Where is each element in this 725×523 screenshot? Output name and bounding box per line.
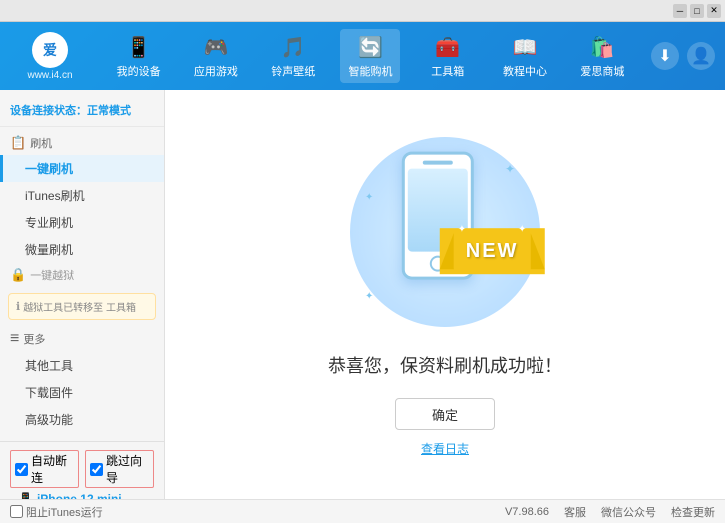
service-link[interactable]: 客服	[564, 504, 586, 520]
sidebar: 设备连接状态：正常模式 📋 刷机 一键刷机 iTunes刷机 专业刷机 微量刷机	[0, 90, 165, 499]
sidebar-item-advanced[interactable]: 高级功能	[0, 406, 164, 433]
nav-item-smart-shop[interactable]: 🔄 智能购机	[340, 29, 400, 83]
ringtone-label: 铃声壁纸	[271, 63, 315, 79]
sidebar-item-download-fw[interactable]: 下载固件	[0, 379, 164, 406]
sidebar-item-micro-flash[interactable]: 微量刷机	[0, 236, 164, 263]
app-games-label: 应用游戏	[194, 63, 238, 79]
toolbox-icon: 🧰	[434, 33, 462, 61]
sidebar-locked-group: 🔒 一键越狱	[0, 263, 164, 287]
new-text: NEW	[454, 235, 531, 268]
itunes-label: 阻止iTunes运行	[26, 504, 103, 520]
sidebar-group-flash: 📋 刷机	[0, 131, 164, 155]
auto-disconnect-checkbox[interactable]: 自动断连	[10, 450, 79, 488]
star-2: ✦	[505, 162, 515, 176]
view-log-link[interactable]: 查看日志	[421, 440, 469, 457]
wechat-link[interactable]: 微信公众号	[601, 504, 656, 520]
user-button[interactable]: 👤	[687, 42, 715, 70]
main-content: ✦ ✦ ✦ ✦ NEW	[165, 90, 725, 499]
itunes-checkbox[interactable]: 阻止iTunes运行	[10, 504, 103, 520]
logo-icon: 爱	[32, 32, 68, 68]
restore-button[interactable]: □	[690, 4, 704, 18]
notice-text: 越狱工具已转移至 工具箱	[23, 299, 136, 314]
skip-wizard-label: 跳过向导	[106, 452, 149, 486]
status-bar: 设备连接状态：正常模式	[0, 98, 164, 127]
success-illustration: ✦ ✦ ✦ ✦ NEW	[345, 132, 545, 332]
app-container: ─ □ ✕ 爱 www.i4.cn 📱 我的设备 🎮 应用游戏 🎵 铃声壁纸	[0, 0, 725, 523]
sidebar-item-one-key-flash[interactable]: 一键刷机	[0, 155, 164, 182]
status-value: 正常模式	[87, 105, 131, 117]
nav-item-shop[interactable]: 🛍️ 爱思商城	[572, 29, 632, 83]
nav-item-my-device[interactable]: 📱 我的设备	[109, 29, 169, 83]
update-link[interactable]: 检查更新	[671, 504, 715, 520]
itunes-checkbox-input[interactable]	[10, 505, 23, 518]
tutorial-label: 教程中心	[503, 63, 547, 79]
notice-icon: ℹ	[16, 300, 20, 313]
my-device-icon: 📱	[125, 33, 153, 61]
minimize-button[interactable]: ─	[673, 4, 687, 18]
checkbox-row: 自动断连 跳过向导	[10, 450, 154, 488]
sidebar-flash-section: 📋 刷机 一键刷机 iTunes刷机 专业刷机 微量刷机 🔒 一键越狱	[0, 131, 164, 320]
logo-subtitle: www.i4.cn	[27, 70, 72, 81]
my-device-label: 我的设备	[117, 63, 161, 79]
phone-icon: 📱	[18, 492, 33, 499]
smart-shop-label: 智能购机	[348, 63, 392, 79]
app-games-icon: 🎮	[202, 33, 230, 61]
nav-item-toolbox[interactable]: 🧰 工具箱	[418, 29, 478, 83]
badge-star-left: ✦	[458, 224, 466, 235]
logo: 爱 www.i4.cn	[10, 32, 90, 81]
flash-group-label: 刷机	[30, 135, 52, 151]
new-badge: NEW ✦ ✦	[440, 228, 545, 274]
device-name: iPhone 12 mini	[37, 492, 122, 499]
sidebar-item-itunes-flash[interactable]: iTunes刷机	[0, 182, 164, 209]
status-label: 设备连接状态：	[10, 105, 87, 117]
shop-icon: 🛍️	[588, 33, 616, 61]
skip-wizard-input[interactable]	[90, 463, 103, 476]
bottom-right: V7.98.66 客服 微信公众号 检查更新	[505, 504, 715, 520]
sidebar-group-more: ≡ 更多	[0, 326, 164, 352]
smart-shop-icon: 🔄	[356, 33, 384, 61]
more-group-icon: ≡	[10, 330, 19, 348]
header: 爱 www.i4.cn 📱 我的设备 🎮 应用游戏 🎵 铃声壁纸 🔄 智能购机	[0, 22, 725, 90]
star-3: ✦	[365, 291, 373, 302]
success-message: 恭喜您，保资料刷机成功啦！	[328, 352, 562, 378]
sidebar-item-pro-flash[interactable]: 专业刷机	[0, 209, 164, 236]
device-info: 📱 iPhone 12 mini 64GB Down-12mini-13,1	[18, 492, 154, 499]
skip-wizard-checkbox[interactable]: 跳过向导	[85, 450, 154, 488]
sidebar-item-other-tools[interactable]: 其他工具	[0, 352, 164, 379]
notice-box: ℹ 越狱工具已转移至 工具箱	[8, 293, 156, 320]
locked-label: 一键越狱	[30, 267, 74, 283]
star-4: ✦	[365, 192, 373, 203]
badge-star-right: ✦	[518, 224, 526, 235]
header-actions: ⬇ 👤	[651, 42, 715, 70]
title-bar: ─ □ ✕	[0, 0, 725, 22]
tutorial-icon: 📖	[511, 33, 539, 61]
nav-item-app-games[interactable]: 🎮 应用游戏	[186, 29, 246, 83]
version-label: V7.98.66	[505, 506, 549, 518]
lock-icon: 🔒	[10, 267, 26, 283]
main-area: 设备连接状态：正常模式 📋 刷机 一键刷机 iTunes刷机 专业刷机 微量刷机	[0, 90, 725, 499]
ringtone-icon: 🎵	[279, 33, 307, 61]
download-button[interactable]: ⬇	[651, 42, 679, 70]
sidebar-more-section: ≡ 更多 其他工具 下载固件 高级功能	[0, 326, 164, 433]
flash-group-icon: 📋	[10, 135, 26, 151]
phone-speaker	[423, 161, 453, 165]
sidebar-device-section: 自动断连 跳过向导 📱 iPhone 12 mini 64GB Down-12m…	[0, 441, 164, 499]
nav-item-tutorial[interactable]: 📖 教程中心	[495, 29, 555, 83]
auto-disconnect-label: 自动断连	[31, 452, 74, 486]
toolbox-label: 工具箱	[431, 63, 464, 79]
close-button[interactable]: ✕	[707, 4, 721, 18]
bottom-bar: 阻止iTunes运行 V7.98.66 客服 微信公众号 检查更新	[0, 499, 725, 523]
shop-label: 爱思商城	[580, 63, 624, 79]
more-group-label: 更多	[23, 331, 45, 347]
auto-disconnect-input[interactable]	[15, 463, 28, 476]
nav-item-ringtone[interactable]: 🎵 铃声壁纸	[263, 29, 323, 83]
nav-items: 📱 我的设备 🎮 应用游戏 🎵 铃声壁纸 🔄 智能购机 🧰 工具箱 📖	[100, 29, 641, 83]
bottom-left: 阻止iTunes运行	[10, 504, 505, 520]
new-badge-container: NEW ✦ ✦	[440, 228, 545, 274]
confirm-button[interactable]: 确定	[395, 398, 495, 430]
